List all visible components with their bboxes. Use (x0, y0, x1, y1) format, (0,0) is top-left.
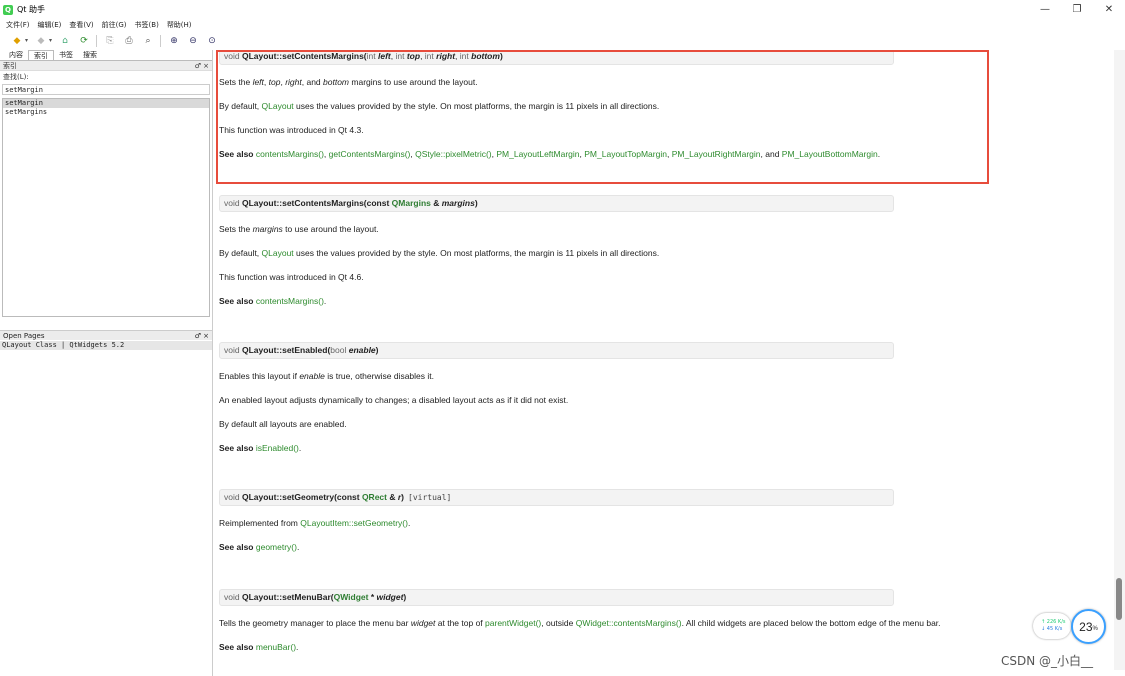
function-signature: void QLayout::setContentsMargins(const Q… (219, 195, 894, 212)
menu-bar: 文件(F) 编辑(E) 查看(V) 前往(G) 书签(B) 帮助(H) (0, 19, 1125, 31)
see-also: See also isEnabled(). (219, 443, 302, 453)
forward-dropdown-icon[interactable]: ▾ (49, 37, 52, 44)
window-controls: — ❐ ✕ (1029, 0, 1125, 19)
tab-contents[interactable]: 内容 (4, 50, 28, 60)
fn-block-set-enabled: void QLayout::setEnabled(bool enable) En… (219, 342, 894, 455)
zoom-reset-icon[interactable]: ⊙ (205, 34, 219, 48)
back-dropdown-icon[interactable]: ▾ (25, 37, 28, 44)
intro-version: This function was introduced in Qt 4.6. (219, 272, 364, 282)
open-page-item[interactable]: QLayout Class | QtWidgets 5.2 (0, 341, 212, 350)
fn-block-set-contents-margins-qmargins: void QLayout::setContentsMargins(const Q… (219, 195, 894, 308)
menu-help[interactable]: 帮助(H) (167, 20, 192, 30)
see-also-link[interactable]: geometry() (256, 542, 297, 552)
vertical-scrollbar[interactable] (1114, 50, 1125, 670)
menu-bookmarks[interactable]: 书签(B) (135, 20, 159, 30)
parent-widget-link[interactable]: parentWidget() (485, 618, 541, 628)
see-also: See also geometry(). (219, 542, 300, 552)
default-note: By default, QLayout uses the values prov… (219, 248, 660, 258)
zoom-in-icon[interactable]: ⊕ (167, 34, 181, 48)
home-icon[interactable]: ⌂ (58, 34, 72, 48)
tab-bookmarks[interactable]: 书签 (54, 50, 78, 60)
menu-file[interactable]: 文件(F) (6, 20, 30, 30)
scrollbar-thumb[interactable] (1116, 578, 1122, 620)
cpu-usage-value: 23 (1079, 619, 1093, 634)
open-pages-title: Open Pages (3, 331, 45, 340)
forward-icon[interactable]: ◆ (34, 34, 48, 48)
index-dock-header: 索引 ♂ × (0, 61, 212, 71)
see-also: See also contentsMargins(). (219, 296, 327, 306)
download-speed: ↓ 45 K/s (1041, 626, 1063, 632)
menu-view[interactable]: 查看(V) (69, 20, 93, 30)
sync-icon[interactable]: ⟳ (77, 34, 91, 48)
menu-edit[interactable]: 编辑(E) (38, 20, 62, 30)
index-item-setmargins[interactable]: setMargins (3, 108, 209, 117)
toolbar: ◆ ▾ ◆ ▾ ⌂ ⟳ ⎘ ⎙ ⌕ ⊕ ⊖ ⊙ (0, 32, 1125, 49)
reimplemented-link[interactable]: QLayoutItem::setGeometry() (300, 518, 408, 528)
see-also-link[interactable]: menuBar() (256, 642, 296, 652)
find-label: 查找(L): (3, 73, 29, 81)
open-pages-header: Open Pages ♂ × (0, 330, 212, 340)
fn-block-set-geometry: void QLayout::setGeometry(const QRect & … (219, 489, 894, 554)
qt-app-icon: Q (3, 4, 13, 15)
watermark: CSDN @_小白__ (1001, 654, 1094, 668)
see-also-link[interactable]: contentsMargins() (256, 296, 324, 306)
left-panel: 内容 索引 书签 搜索 索引 ♂ × 查找(L): setMargin setM… (0, 50, 213, 676)
title-bar: Q Qt 助手 — ❐ ✕ (0, 0, 1125, 19)
upload-speed: ↑ 226 K/s (1041, 619, 1066, 625)
print-icon[interactable]: ⎙ (122, 34, 136, 48)
type-link[interactable]: QWidget (334, 592, 369, 602)
function-signature: void QLayout::setGeometry(const QRect & … (219, 489, 894, 506)
dock-float-close-icon[interactable]: ♂ × (195, 62, 209, 70)
menu-go[interactable]: 前往(G) (102, 20, 127, 30)
minimize-button[interactable]: — (1029, 0, 1061, 19)
function-signature: void QLayout::setEnabled(bool enable) (219, 342, 894, 359)
maximize-button[interactable]: ❐ (1061, 0, 1093, 19)
index-item-setmargin[interactable]: setMargin (3, 99, 209, 108)
description: Enables this layout if enable is true, o… (219, 371, 434, 381)
sidebar-tabs: 内容 索引 书签 搜索 (0, 50, 212, 61)
fn-block-set-menu-bar: void QLayout::setMenuBar(QWidget * widge… (219, 589, 941, 654)
contents-margins-link[interactable]: QWidget::contentsMargins() (576, 618, 682, 628)
highlight-annotation-box (216, 50, 989, 184)
description-3: By default all layouts are enabled. (219, 419, 347, 429)
close-button[interactable]: ✕ (1093, 0, 1125, 19)
window-title: Qt 助手 (17, 5, 45, 14)
open-pages-dock-icons[interactable]: ♂ × (195, 332, 209, 340)
toolbar-separator (96, 34, 98, 47)
description-2: An enabled layout adjusts dynamically to… (219, 395, 569, 405)
reimplemented-note: Reimplemented from QLayoutItem::setGeome… (219, 518, 411, 528)
description: Sets the margins to use around the layou… (219, 224, 379, 234)
tab-index[interactable]: 索引 (28, 50, 54, 60)
index-dock-title: 索引 (3, 61, 17, 70)
index-search-input[interactable] (2, 84, 210, 95)
function-signature: void QLayout::setMenuBar(QWidget * widge… (219, 589, 894, 606)
tab-search[interactable]: 搜索 (78, 50, 102, 60)
qlayout-link[interactable]: QLayout (262, 248, 294, 258)
cpu-usage-unit: % (1092, 625, 1098, 632)
cpu-usage-badge[interactable]: 23% (1071, 609, 1106, 644)
back-icon[interactable]: ◆ (10, 34, 24, 48)
network-speed-widget: ↑ 226 K/s ↓ 45 K/s (1033, 613, 1071, 639)
toolbar-separator (160, 34, 162, 47)
find-icon[interactable]: ⌕ (141, 34, 155, 48)
type-link[interactable]: QRect (362, 492, 387, 502)
see-also: See also menuBar(). (219, 642, 299, 652)
index-list: setMargin setMargins (2, 98, 210, 317)
description: Tells the geometry manager to place the … (219, 618, 941, 628)
type-link[interactable]: QMargins (392, 198, 431, 208)
see-also-link[interactable]: isEnabled() (256, 443, 299, 453)
copy-icon[interactable]: ⎘ (103, 34, 117, 48)
zoom-out-icon[interactable]: ⊖ (186, 34, 200, 48)
